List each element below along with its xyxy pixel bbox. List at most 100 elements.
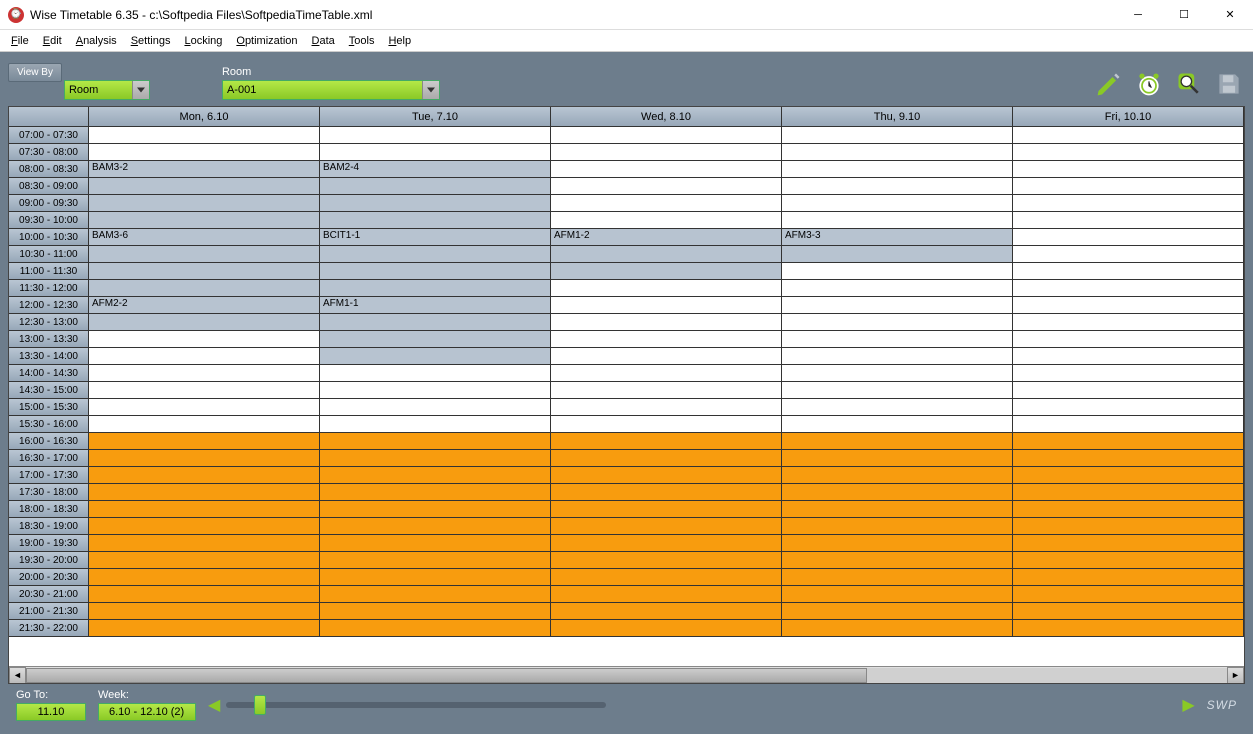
grid-cell[interactable] bbox=[551, 501, 782, 517]
grid-cell[interactable] bbox=[782, 586, 1013, 602]
grid-cell[interactable] bbox=[320, 586, 551, 602]
grid-cell[interactable] bbox=[782, 178, 1013, 194]
grid-cell[interactable] bbox=[782, 161, 1013, 177]
grid-cell[interactable] bbox=[551, 195, 782, 211]
grid-cell[interactable] bbox=[89, 246, 320, 262]
scroll-thumb[interactable] bbox=[26, 668, 867, 683]
grid-cell[interactable] bbox=[89, 365, 320, 381]
scroll-right-icon[interactable]: ► bbox=[1227, 667, 1244, 684]
grid-cell[interactable] bbox=[89, 620, 320, 636]
grid-cell[interactable] bbox=[782, 620, 1013, 636]
grid-cell[interactable] bbox=[320, 144, 551, 160]
menu-file[interactable]: File bbox=[4, 33, 36, 49]
grid-cell[interactable] bbox=[782, 433, 1013, 449]
grid-cell[interactable] bbox=[1013, 467, 1244, 483]
grid-cell[interactable] bbox=[551, 178, 782, 194]
grid-cell[interactable] bbox=[782, 518, 1013, 534]
grid-cell[interactable] bbox=[551, 552, 782, 568]
grid-cell[interactable] bbox=[320, 365, 551, 381]
grid-cell[interactable] bbox=[551, 297, 782, 313]
grid-cell[interactable] bbox=[89, 399, 320, 415]
grid-cell[interactable] bbox=[320, 399, 551, 415]
menu-tools[interactable]: Tools bbox=[342, 33, 382, 49]
grid-cell[interactable] bbox=[320, 501, 551, 517]
grid-cell[interactable] bbox=[782, 365, 1013, 381]
grid-cell[interactable] bbox=[1013, 280, 1244, 296]
goto-value[interactable]: 11.10 bbox=[16, 703, 86, 721]
grid-cell[interactable] bbox=[320, 603, 551, 619]
grid-cell[interactable] bbox=[551, 161, 782, 177]
grid-cell[interactable] bbox=[551, 484, 782, 500]
grid-cell[interactable] bbox=[1013, 212, 1244, 228]
grid-cell[interactable] bbox=[320, 433, 551, 449]
grid-cell[interactable] bbox=[1013, 314, 1244, 330]
room-dropdown[interactable]: A-001 bbox=[222, 80, 440, 100]
grid-cell[interactable] bbox=[320, 263, 551, 279]
grid-cell[interactable] bbox=[89, 144, 320, 160]
grid-cell[interactable] bbox=[551, 246, 782, 262]
grid-cell[interactable] bbox=[782, 484, 1013, 500]
menu-settings[interactable]: Settings bbox=[124, 33, 178, 49]
grid-cell[interactable] bbox=[551, 518, 782, 534]
grid-cell[interactable] bbox=[782, 314, 1013, 330]
grid-cell[interactable] bbox=[320, 246, 551, 262]
grid-cell[interactable] bbox=[320, 484, 551, 500]
grid-cell[interactable] bbox=[89, 280, 320, 296]
grid-cell[interactable] bbox=[782, 416, 1013, 432]
grid-cell[interactable] bbox=[782, 467, 1013, 483]
grid-cell[interactable] bbox=[782, 552, 1013, 568]
grid-cell[interactable] bbox=[89, 552, 320, 568]
grid-cell[interactable] bbox=[1013, 348, 1244, 364]
horizontal-scrollbar[interactable]: ◄ ► bbox=[9, 666, 1244, 683]
grid-cell[interactable] bbox=[320, 416, 551, 432]
grid-cell[interactable] bbox=[89, 450, 320, 466]
grid-cell[interactable] bbox=[320, 569, 551, 585]
view-by-button[interactable]: View By bbox=[8, 63, 62, 82]
grid-cell[interactable] bbox=[320, 314, 551, 330]
grid-cell[interactable] bbox=[1013, 144, 1244, 160]
grid-cell[interactable] bbox=[1013, 195, 1244, 211]
grid-cell[interactable] bbox=[1013, 552, 1244, 568]
grid-cell[interactable] bbox=[89, 535, 320, 551]
grid-cell[interactable] bbox=[551, 450, 782, 466]
next-week-icon[interactable]: ▶ bbox=[1182, 695, 1194, 715]
grid-cell[interactable] bbox=[1013, 450, 1244, 466]
grid-cell[interactable] bbox=[89, 501, 320, 517]
grid-cell[interactable] bbox=[1013, 229, 1244, 245]
grid-cell[interactable]: BCIT1-1 bbox=[320, 229, 551, 245]
menu-help[interactable]: Help bbox=[381, 33, 418, 49]
grid-cell[interactable] bbox=[320, 127, 551, 143]
grid-cell[interactable] bbox=[89, 127, 320, 143]
slider-thumb[interactable] bbox=[254, 695, 266, 715]
save-icon[interactable] bbox=[1213, 68, 1245, 100]
grid-cell[interactable] bbox=[551, 212, 782, 228]
grid-cell[interactable] bbox=[1013, 382, 1244, 398]
grid-cell[interactable] bbox=[1013, 399, 1244, 415]
grid-cell[interactable] bbox=[89, 382, 320, 398]
grid-cell[interactable] bbox=[551, 433, 782, 449]
clock-icon[interactable] bbox=[1133, 68, 1165, 100]
grid-cell[interactable] bbox=[1013, 535, 1244, 551]
grid-cell[interactable] bbox=[320, 382, 551, 398]
grid-cell[interactable] bbox=[551, 314, 782, 330]
grid-cell[interactable] bbox=[89, 603, 320, 619]
menu-edit[interactable]: Edit bbox=[36, 33, 69, 49]
grid-cell[interactable] bbox=[782, 535, 1013, 551]
menu-data[interactable]: Data bbox=[305, 33, 342, 49]
grid-cell[interactable] bbox=[551, 569, 782, 585]
close-button[interactable]: ✕ bbox=[1207, 0, 1253, 30]
grid-cell[interactable] bbox=[89, 348, 320, 364]
grid-cell[interactable] bbox=[89, 195, 320, 211]
grid-cell[interactable] bbox=[1013, 263, 1244, 279]
grid-cell[interactable] bbox=[320, 212, 551, 228]
scroll-track[interactable] bbox=[26, 668, 1227, 683]
grid-cell[interactable] bbox=[551, 603, 782, 619]
grid-cell[interactable] bbox=[89, 178, 320, 194]
grid-cell[interactable]: BAM3-6 bbox=[89, 229, 320, 245]
grid-cell[interactable] bbox=[782, 246, 1013, 262]
grid-cell[interactable] bbox=[1013, 518, 1244, 534]
grid-cell[interactable] bbox=[782, 399, 1013, 415]
grid-cell[interactable] bbox=[1013, 331, 1244, 347]
grid-cell[interactable] bbox=[320, 467, 551, 483]
grid-cell[interactable] bbox=[782, 382, 1013, 398]
